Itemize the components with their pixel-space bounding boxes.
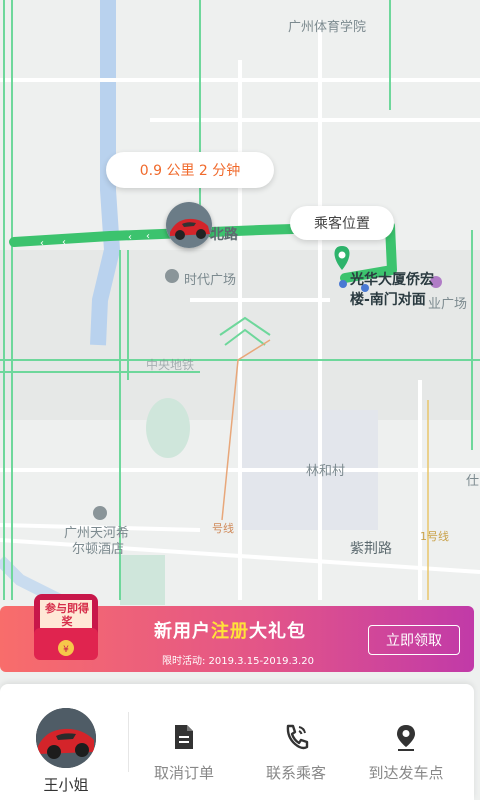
map-label-metro: 中央地铁 [146, 358, 195, 372]
arrive-pickup-label: 到达发车点 [368, 764, 444, 782]
pickup-address-line2: 楼-南门对面 [350, 292, 426, 308]
promo-date: 限时活动: 2019.3.15-2019.3.20 [162, 656, 314, 667]
panel-divider [128, 712, 129, 772]
document-icon [175, 725, 193, 749]
svg-text:‹: ‹ [40, 238, 44, 249]
pickup-address: 光华大厦侨宏 楼-南门对面 [350, 270, 434, 310]
promo-title-pre: 新用户 [154, 621, 211, 642]
map-label-linhe-village: 林和村 [306, 464, 346, 479]
passenger-name: 王小姐 [43, 776, 89, 794]
map-label-road-north: 北路 [210, 227, 238, 243]
pickup-address-line1: 光华大厦侨宏 [350, 272, 434, 288]
arrive-pickup-button[interactable]: 到达发车点 [356, 722, 456, 783]
promo-title-post: 大礼包 [249, 621, 306, 642]
map-label-metro-line-right: 1号线 [420, 530, 449, 543]
map-label-times-square: 时代广场 [184, 273, 237, 288]
gift-box-icon: ¥ 参与即得奖 [30, 588, 106, 666]
location-pin-icon [397, 725, 415, 751]
passenger-location-bubble: 乘客位置 [290, 206, 394, 240]
svg-text:¥: ¥ [63, 645, 69, 655]
eta-bubble: 0.9 公里 2 分钟 [106, 152, 274, 188]
passenger-avatar[interactable] [36, 708, 96, 768]
map-label-sports-college: 广州体育学院 [288, 20, 367, 35]
red-car-icon [166, 202, 212, 248]
promo-badge-text: 参与即得奖 [45, 602, 89, 628]
promo-title-highlight: 注册 [211, 621, 249, 642]
driver-car-marker [166, 202, 212, 248]
map-label-right-edge: 仕 [466, 474, 480, 489]
svg-text:‹: ‹ [62, 237, 66, 248]
cancel-order-button[interactable]: 取消订单 [134, 722, 234, 783]
cancel-order-label: 取消订单 [153, 764, 214, 782]
svg-text:‹: ‹ [128, 232, 132, 243]
claim-now-button[interactable]: 立即领取 [368, 625, 460, 655]
svg-text:‹: ‹ [146, 231, 150, 242]
passenger-location-label: 乘客位置 [314, 216, 370, 232]
map-label-hilton-line2: 尔顿酒店 [72, 542, 125, 557]
map-label-metro-line-left: 号线 [212, 522, 234, 535]
contact-passenger-button[interactable]: 联系乘客 [246, 722, 346, 783]
phone-icon [286, 724, 309, 750]
map-label-zijing-road: 紫荆路 [350, 541, 392, 557]
contact-passenger-label: 联系乘客 [265, 764, 326, 782]
eta-text: 0.9 公里 2 分钟 [139, 163, 241, 179]
promo-title: 新用户注册大礼包 [154, 617, 306, 643]
map-view[interactable]: ‹ ‹ ‹ ‹ [0, 0, 480, 800]
red-car-avatar-icon [36, 708, 96, 768]
